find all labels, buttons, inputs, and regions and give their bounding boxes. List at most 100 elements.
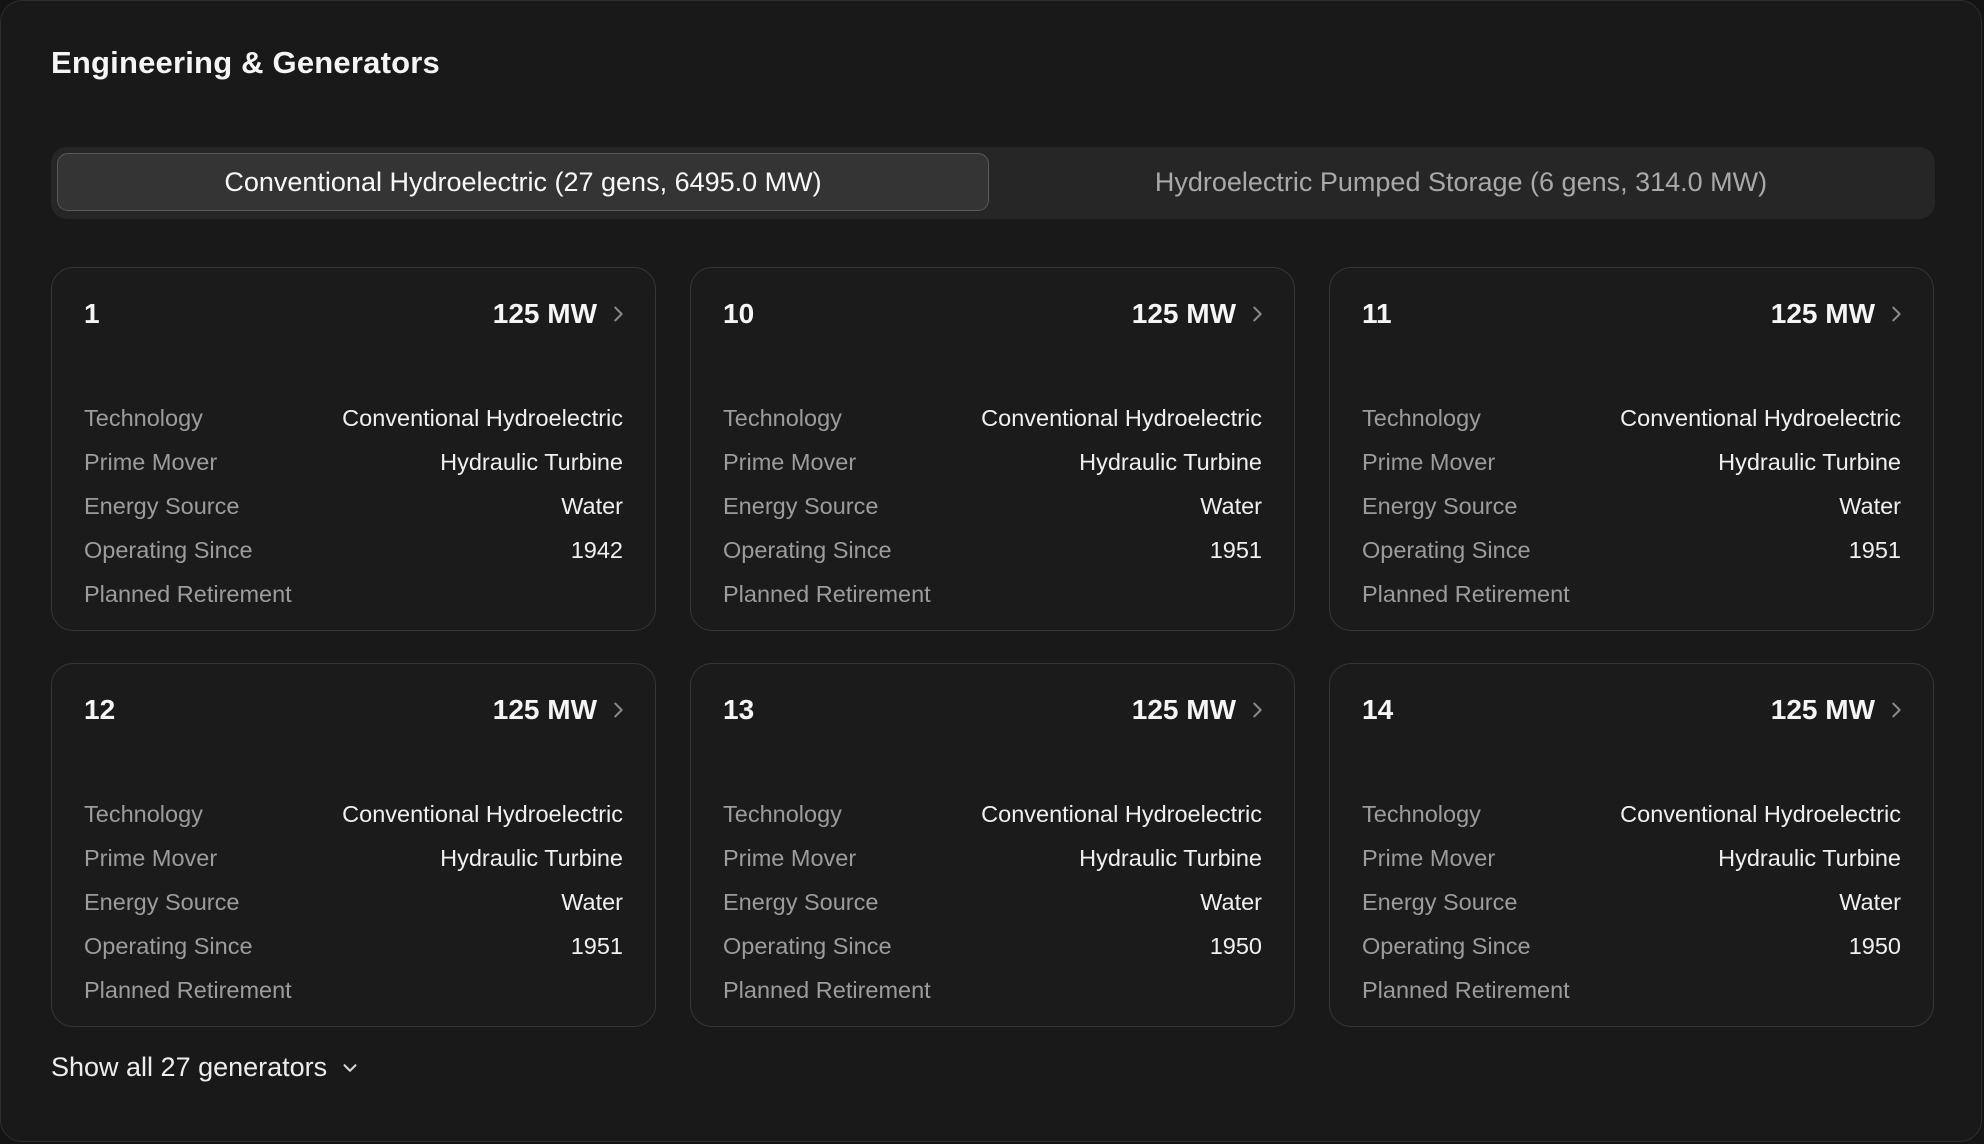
detail-label: Prime Mover (1362, 448, 1496, 475)
detail-label: Energy Source (723, 492, 879, 519)
detail-row-planned-retirement: Planned Retirement (84, 572, 623, 616)
detail-label: Technology (84, 800, 203, 827)
detail-row-operating-since: Operating Since 1951 (1362, 528, 1901, 572)
detail-label: Energy Source (1362, 492, 1518, 519)
detail-row-planned-retirement: Planned Retirement (1362, 572, 1901, 616)
generator-capacity: 125 MW (1131, 298, 1236, 329)
detail-value: Water (1200, 492, 1262, 519)
generator-capacity-wrap: 125 MW (1132, 298, 1268, 330)
detail-label: Planned Retirement (84, 976, 292, 1003)
generator-capacity-wrap: 125 MW (493, 298, 629, 330)
tab-conventional-hydroelectric[interactable]: Conventional Hydroelectric (27 gens, 649… (57, 153, 989, 211)
generator-details: Technology Conventional Hydroelectric Pri… (1362, 792, 1901, 1012)
detail-row-energy-source: Energy Source Water (84, 880, 623, 924)
generator-card[interactable]: 1 125 MW Technology Conventional Hydroele… (51, 267, 656, 631)
detail-label: Prime Mover (84, 844, 218, 871)
chevron-right-icon (614, 702, 623, 718)
detail-label: Operating Since (723, 536, 892, 563)
detail-label: Energy Source (723, 888, 879, 915)
detail-row-technology: Technology Conventional Hydroelectric (84, 792, 623, 836)
detail-label: Energy Source (84, 888, 240, 915)
generator-card[interactable]: 10 125 MW Technology Conventional Hydroel… (690, 267, 1295, 631)
generator-card[interactable]: 12 125 MW Technology Conventional Hydroel… (51, 663, 656, 1027)
show-all-label: Show all 27 generators (51, 1052, 328, 1082)
detail-row-planned-retirement: Planned Retirement (1362, 968, 1901, 1012)
detail-label: Technology (1362, 800, 1481, 827)
generator-capacity: 125 MW (1770, 694, 1875, 725)
detail-label: Prime Mover (723, 844, 857, 871)
detail-label: Technology (723, 800, 842, 827)
show-all-generators-button[interactable]: Show all 27 generators (51, 1052, 361, 1083)
detail-value: Water (1839, 888, 1901, 915)
detail-row-technology: Technology Conventional Hydroelectric (1362, 396, 1901, 440)
detail-row-technology: Technology Conventional Hydroelectric (723, 396, 1262, 440)
generator-capacity-wrap: 125 MW (1771, 694, 1907, 726)
detail-row-operating-since: Operating Since 1950 (723, 924, 1262, 968)
generator-id: 12 (84, 694, 116, 725)
generator-type-tabs: Conventional Hydroelectric (27 gens, 649… (51, 147, 1935, 219)
generator-card-header: 1 125 MW (84, 294, 629, 334)
generator-id: 13 (723, 694, 755, 725)
generator-capacity: 125 MW (1770, 298, 1875, 329)
detail-row-prime-mover: Prime Mover Hydraulic Turbine (723, 440, 1262, 484)
generator-capacity-wrap: 125 MW (1132, 694, 1268, 726)
detail-row-energy-source: Energy Source Water (1362, 484, 1901, 528)
detail-label: Operating Since (84, 536, 253, 563)
detail-row-planned-retirement: Planned Retirement (723, 968, 1262, 1012)
chevron-right-icon (1253, 702, 1262, 718)
detail-row-prime-mover: Prime Mover Hydraulic Turbine (84, 836, 623, 880)
detail-row-technology: Technology Conventional Hydroelectric (84, 396, 623, 440)
detail-value: Hydraulic Turbine (440, 844, 623, 871)
detail-value: Conventional Hydroelectric (1620, 800, 1901, 827)
generator-id: 14 (1362, 694, 1394, 725)
detail-row-operating-since: Operating Since 1950 (1362, 924, 1901, 968)
generator-card-header: 14 125 MW (1362, 690, 1907, 730)
generator-details: Technology Conventional Hydroelectric Pri… (723, 792, 1262, 1012)
detail-label: Planned Retirement (1362, 976, 1570, 1003)
detail-label: Operating Since (84, 932, 253, 959)
detail-value: Hydraulic Turbine (1079, 844, 1262, 871)
detail-label: Planned Retirement (723, 580, 931, 607)
detail-value: Water (561, 888, 623, 915)
detail-value: Conventional Hydroelectric (981, 404, 1262, 431)
chevron-right-icon (1892, 702, 1901, 718)
generator-capacity: 125 MW (492, 298, 597, 329)
tab-hydroelectric-pumped-storage[interactable]: Hydroelectric Pumped Storage (6 gens, 31… (995, 153, 1927, 211)
detail-value: Hydraulic Turbine (1718, 448, 1901, 475)
detail-row-technology: Technology Conventional Hydroelectric (1362, 792, 1901, 836)
detail-row-operating-since: Operating Since 1942 (84, 528, 623, 572)
generator-details: Technology Conventional Hydroelectric Pri… (1362, 396, 1901, 616)
detail-value: Conventional Hydroelectric (981, 800, 1262, 827)
detail-value: 1951 (1848, 536, 1901, 563)
generator-capacity: 125 MW (492, 694, 597, 725)
detail-label: Technology (723, 404, 842, 431)
detail-value: Hydraulic Turbine (1079, 448, 1262, 475)
detail-value: 1950 (1209, 932, 1262, 959)
detail-value: 1942 (570, 536, 623, 563)
generator-details: Technology Conventional Hydroelectric Pri… (84, 792, 623, 1012)
detail-value: Conventional Hydroelectric (342, 800, 623, 827)
generator-card[interactable]: 11 125 MW Technology Conventional Hydroel… (1329, 267, 1934, 631)
generator-card[interactable]: 14 125 MW Technology Conventional Hydroel… (1329, 663, 1934, 1027)
generator-capacity-wrap: 125 MW (493, 694, 629, 726)
generator-id: 10 (723, 298, 755, 329)
chevron-right-icon (614, 306, 623, 322)
generator-id: 1 (84, 298, 100, 329)
detail-label: Operating Since (1362, 536, 1531, 563)
detail-value: 1951 (570, 932, 623, 959)
detail-row-prime-mover: Prime Mover Hydraulic Turbine (723, 836, 1262, 880)
detail-label: Planned Retirement (84, 580, 292, 607)
generator-capacity-wrap: 125 MW (1771, 298, 1907, 330)
detail-value: Conventional Hydroelectric (342, 404, 623, 431)
detail-value: Hydraulic Turbine (1718, 844, 1901, 871)
generator-card-header: 11 125 MW (1362, 294, 1907, 334)
generator-capacity: 125 MW (1131, 694, 1236, 725)
generator-card-header: 13 125 MW (723, 690, 1268, 730)
detail-label: Operating Since (723, 932, 892, 959)
detail-value: 1951 (1209, 536, 1262, 563)
detail-label: Energy Source (1362, 888, 1518, 915)
detail-row-energy-source: Energy Source Water (84, 484, 623, 528)
detail-label: Operating Since (1362, 932, 1531, 959)
generator-card[interactable]: 13 125 MW Technology Conventional Hydroel… (690, 663, 1295, 1027)
detail-row-planned-retirement: Planned Retirement (84, 968, 623, 1012)
